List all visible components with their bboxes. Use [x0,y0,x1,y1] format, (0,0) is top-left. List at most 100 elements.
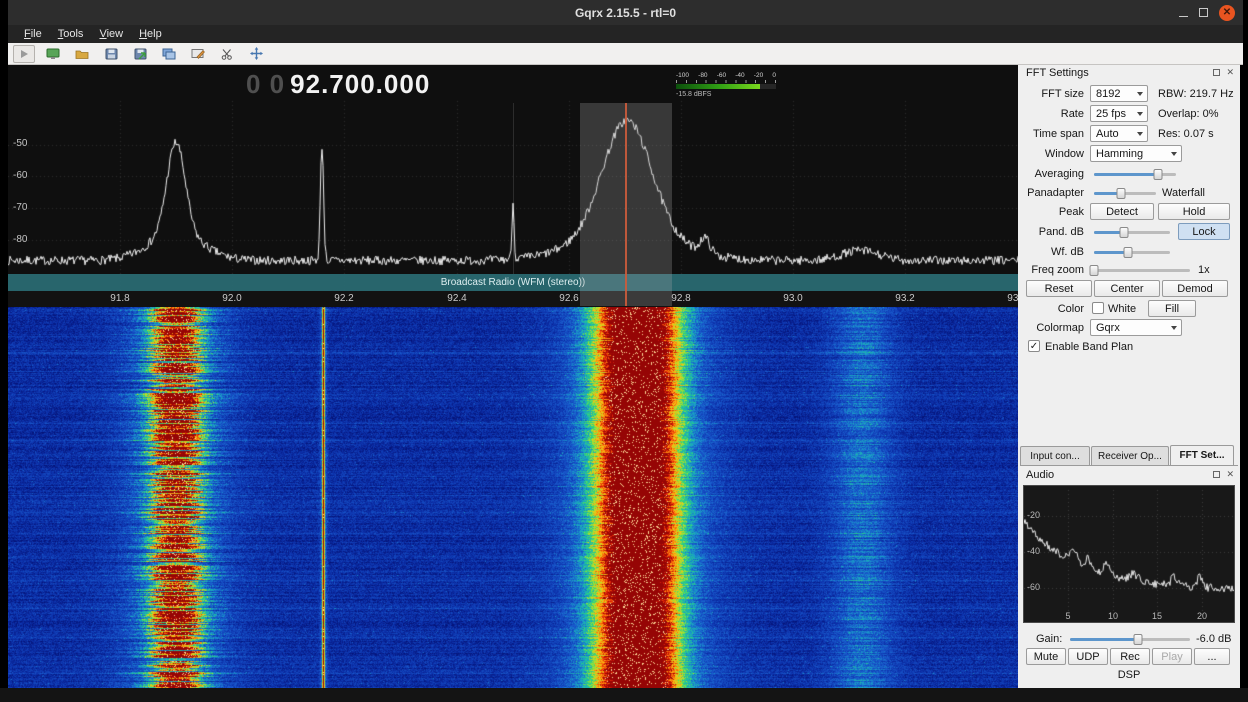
tab-input-controls[interactable]: Input con... [1020,446,1090,465]
audio-db-label: -60 [1027,582,1040,592]
reset-button[interactable]: Reset [1026,280,1092,297]
chevron-down-icon [1137,132,1143,136]
waterfall-display[interactable] [8,307,1018,688]
chevron-down-icon [1171,326,1177,330]
center-button[interactable]: Center [1094,280,1160,297]
dbfs-tick: -40 [735,72,744,79]
dbfs-tick: 0 [772,72,776,79]
open-folder-icon[interactable] [71,45,93,63]
fill-button[interactable]: Fill [1148,300,1196,317]
tab-receiver-options[interactable]: Receiver Op... [1091,446,1169,465]
mute-button[interactable]: Mute [1026,648,1066,665]
menu-tools[interactable]: Tools [50,27,92,41]
audio-spectrum-canvas [1024,486,1234,622]
menu-help[interactable]: Help [131,27,170,41]
rate-select[interactable]: 25 fps [1090,105,1148,122]
rate-label: Rate [1018,108,1084,120]
gain-label: Gain: [1036,633,1062,645]
tab-fft-settings[interactable]: FFT Set... [1170,445,1234,465]
maximize-icon[interactable] [1199,8,1208,17]
freq-tick-label: 92.8 [671,293,690,304]
audio-spectrum-plot[interactable]: -20 -40 -60 5 10 15 20 [1023,485,1235,623]
frequency-scale[interactable]: 91.8 92.0 92.2 92.4 92.6 92.8 93.0 93.2 … [8,291,1018,307]
band-plan-bar: Broadcast Radio (WFM (stereo)) [8,274,1018,291]
white-checkbox[interactable] [1092,302,1104,314]
scissors-icon[interactable] [216,45,238,63]
enable-band-plan-label: Enable Band Plan [1045,341,1133,353]
move-icon[interactable] [245,45,267,63]
gqrx-window: Gqrx 2.15.5 - rtl=0 ✕ File Tools View He… [0,0,1248,702]
rec-button[interactable]: Rec [1110,648,1150,665]
lock-button[interactable]: Lock [1178,223,1230,240]
frequency-display[interactable]: 0 092.700.000 [246,69,430,100]
sidebar: FFT Settings ✕ FFT size 8192 RBW: 219.7 … [1018,65,1240,688]
enable-band-plan-checkbox[interactable]: ✓ [1028,340,1040,352]
save-icon[interactable] [100,45,122,63]
dock-float-icon[interactable] [1213,471,1220,478]
window-select[interactable]: Hamming [1090,145,1182,162]
chevron-down-icon [1171,152,1177,156]
save-as-icon[interactable] [129,45,151,63]
rate-value: 25 fps [1096,108,1126,120]
time-span-select[interactable]: Auto [1090,125,1148,142]
dbfs-meter: -100 -80 -60 -40 -20 0 -15.8 dBFS [676,72,776,98]
averaging-slider[interactable] [1094,168,1176,180]
dbfs-tick-marks [676,80,776,83]
freq-tick-label: 93.0 [783,293,802,304]
peak-label: Peak [1018,206,1084,218]
play-button[interactable]: Play [1152,648,1192,665]
play-icon[interactable] [13,45,35,63]
freq-tick-label: 91.8 [110,293,129,304]
fft-size-label: FFT size [1018,88,1084,100]
fft-settings-title: FFT Settings [1026,67,1089,79]
tuning-line[interactable] [625,103,627,306]
toolbar [8,43,1243,65]
more-button[interactable]: ... [1194,648,1230,665]
title-bar: Gqrx 2.15.5 - rtl=0 ✕ [8,0,1243,25]
panadapter-label: Panadapter [1018,187,1084,199]
peak-detect-button[interactable]: Detect [1090,203,1154,220]
overlap-value: Overlap: 0% [1158,108,1219,120]
fft-size-select[interactable]: 8192 [1090,85,1148,102]
freq-zoom-label: Freq zoom [1018,264,1084,276]
white-checkbox-label: White [1108,303,1136,315]
chevron-down-icon [1137,92,1143,96]
colormap-value: Gqrx [1096,322,1120,334]
audio-db-label: -40 [1027,546,1040,556]
panadapter-split-slider[interactable] [1094,187,1156,199]
close-icon[interactable]: ✕ [1219,5,1235,21]
pand-db-slider[interactable] [1094,226,1170,238]
frequency-value: 92.700.000 [290,69,430,99]
dock-close-icon[interactable]: ✕ [1226,68,1234,77]
udp-button[interactable]: UDP [1068,648,1108,665]
menu-view[interactable]: View [91,27,131,41]
peak-hold-button[interactable]: Hold [1158,203,1230,220]
freq-tick-label: 92.2 [334,293,353,304]
audio-freq-label: 15 [1152,611,1162,621]
rbw-value: RBW: 219.7 Hz [1158,88,1234,100]
freq-zoom-slider[interactable] [1090,264,1190,276]
freq-tick-label: 92.6 [559,293,578,304]
pand-db-label: Pand. dB [1018,226,1084,238]
dbfs-level-bar [676,84,776,89]
minimize-icon[interactable] [1179,8,1188,17]
edit-display-icon[interactable] [187,45,209,63]
gain-slider[interactable] [1070,633,1190,645]
menu-file[interactable]: File [16,27,50,41]
dock-float-icon[interactable] [1213,69,1220,76]
freq-tick-label: 93.4 [1007,293,1018,304]
demod-button[interactable]: Demod [1162,280,1228,297]
dbfs-tick: -100 [676,72,689,79]
dock-close-icon[interactable]: ✕ [1226,470,1234,479]
audio-freq-label: 5 [1065,611,1070,621]
wf-db-slider[interactable] [1094,246,1170,258]
dbfs-tick: -80 [698,72,707,79]
db-axis-label: -50 [13,138,27,149]
freq-zoom-value: 1x [1198,264,1210,276]
colormap-select[interactable]: Gqrx [1090,319,1182,336]
displays-icon[interactable] [158,45,180,63]
window-value: Hamming [1096,148,1143,160]
res-value: Res: 0.07 s [1158,128,1214,140]
io-devices-icon[interactable] [42,45,64,63]
audio-freq-label: 10 [1108,611,1118,621]
